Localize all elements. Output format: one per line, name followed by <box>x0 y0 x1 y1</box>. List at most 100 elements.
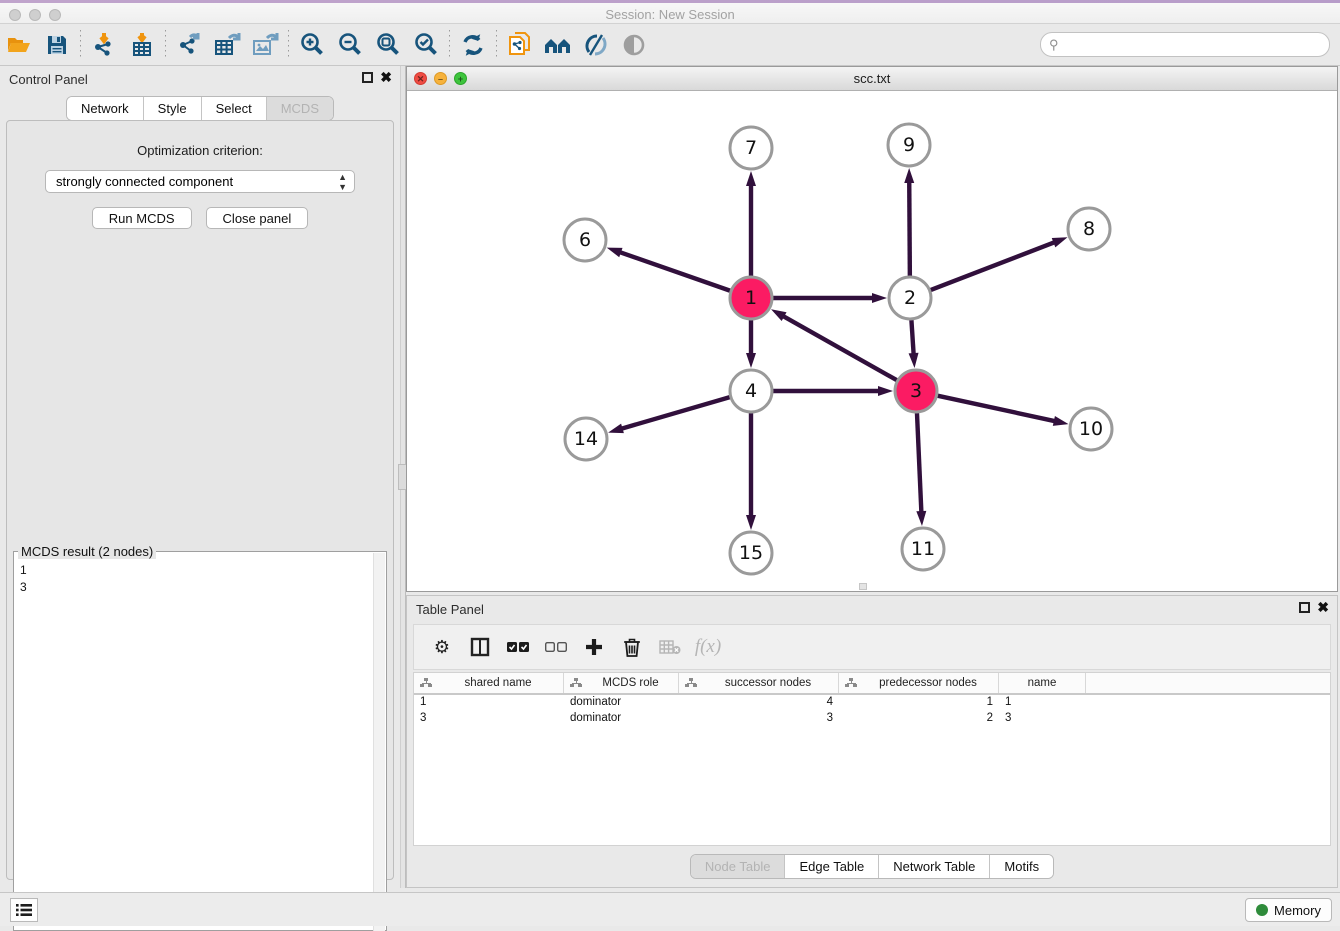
tab-network-table[interactable]: Network Table <box>879 855 990 878</box>
delete-column-icon[interactable] <box>616 632 648 662</box>
column-header-successor-nodes[interactable]: successor nodes <box>679 673 839 693</box>
table-panel-title: Table Panel <box>416 602 484 617</box>
mcds-result-scrollbar[interactable] <box>373 553 385 931</box>
edge-arrowhead <box>916 511 926 526</box>
run-mcds-button[interactable]: Run MCDS <box>92 207 192 229</box>
cell-successor-nodes[interactable]: 4 <box>679 695 839 711</box>
cell-shared-name[interactable]: 3 <box>414 711 564 727</box>
table-row[interactable]: 1dominator411 <box>414 695 1330 711</box>
chevron-up-down-icon: ▲▼ <box>338 172 347 192</box>
memory-status-icon <box>1256 904 1268 916</box>
toolbar-separator <box>80 30 81 60</box>
node-table[interactable]: shared nameMCDS rolesuccessor nodes prede… <box>413 672 1331 846</box>
cell-successor-nodes[interactable]: 3 <box>679 711 839 727</box>
show-graphics-details-icon[interactable] <box>577 28 615 62</box>
edge-1-6[interactable] <box>618 252 730 291</box>
close-panel-button[interactable]: Close panel <box>206 207 309 229</box>
birds-eye-icon[interactable] <box>615 28 653 62</box>
zoom-in-icon[interactable] <box>293 28 331 62</box>
network-view-window: ✕ – + scc.txt 7968124314101511 <box>406 66 1338 592</box>
tab-style[interactable]: Style <box>144 97 202 120</box>
edge-arrowhead <box>878 386 893 396</box>
zoom-out-icon[interactable] <box>331 28 369 62</box>
task-history-button[interactable] <box>10 898 38 922</box>
duplicate-network-icon[interactable] <box>501 28 539 62</box>
unselect-all-columns-icon[interactable] <box>540 632 572 662</box>
show-column-panel-icon[interactable] <box>464 632 496 662</box>
graph-node-label: 2 <box>904 287 916 309</box>
graph-node-label: 11 <box>911 538 935 560</box>
edge-2-3[interactable] <box>911 320 913 356</box>
zoom-selected-icon[interactable] <box>407 28 445 62</box>
network-canvas[interactable]: 7968124314101511 <box>407 91 1337 591</box>
close-table-panel-icon[interactable]: ✖ <box>1317 602 1329 613</box>
edge-3-11[interactable] <box>917 413 921 514</box>
tab-select[interactable]: Select <box>202 97 267 120</box>
control-panel-header: Control Panel ✖ <box>0 66 400 92</box>
tab-node-table[interactable]: Node Table <box>691 855 786 878</box>
graph-node-label: 4 <box>745 380 757 402</box>
edge-arrowhead <box>1052 237 1068 247</box>
graph-node-label: 14 <box>574 428 598 450</box>
first-neighbors-icon[interactable] <box>539 28 577 62</box>
tab-motifs[interactable]: Motifs <box>990 855 1053 878</box>
network-graph[interactable]: 7968124314101511 <box>407 91 1337 591</box>
column-header-shared-name[interactable]: shared name <box>414 673 564 693</box>
memory-button-label: Memory <box>1274 903 1321 918</box>
search-field[interactable]: ⚲ <box>1040 32 1330 57</box>
add-column-icon[interactable] <box>578 632 610 662</box>
edge-2-9[interactable] <box>909 180 910 276</box>
memory-button[interactable]: Memory <box>1245 898 1332 922</box>
optimization-criterion-label: Optimization criterion: <box>7 143 393 158</box>
column-header-predecessor-nodes[interactable]: predecessor nodes <box>839 673 999 693</box>
export-image-icon[interactable] <box>246 28 284 62</box>
tab-network[interactable]: Network <box>67 97 144 120</box>
cell-name[interactable]: 3 <box>999 711 1086 727</box>
table-row[interactable]: 3dominator323 <box>414 711 1330 727</box>
column-header-name[interactable]: name <box>999 673 1086 693</box>
import-table-icon[interactable] <box>123 28 161 62</box>
float-panel-icon[interactable] <box>362 72 373 83</box>
mcds-result-text[interactable]: 1 3 <box>20 562 372 928</box>
cell-MCDS-role[interactable]: dominator <box>564 711 679 727</box>
export-table-icon[interactable] <box>208 28 246 62</box>
cell-MCDS-role[interactable]: dominator <box>564 695 679 711</box>
table-options-gear-icon[interactable]: ⚙ <box>426 632 458 662</box>
column-header-label: predecessor nodes <box>862 677 994 689</box>
graph-node-label: 3 <box>910 380 922 402</box>
select-all-columns-icon[interactable] <box>502 632 534 662</box>
table-body: 1dominator4113dominator323 <box>414 695 1330 727</box>
apply-layout-icon[interactable] <box>454 28 492 62</box>
control-panel: Control Panel ✖ NetworkStyleSelectMCDS O… <box>0 66 400 888</box>
edge-2-8[interactable] <box>931 242 1057 290</box>
cell-predecessor-nodes[interactable]: 1 <box>839 695 999 711</box>
edge-3-1[interactable] <box>781 315 896 380</box>
table-header-row: shared nameMCDS rolesuccessor nodes prede… <box>414 673 1330 695</box>
graph-node-label: 6 <box>579 229 591 251</box>
cell-name[interactable]: 1 <box>999 695 1086 711</box>
zoom-fit-icon[interactable] <box>369 28 407 62</box>
optimization-criterion-dropdown[interactable]: strongly connected component ▲▼ <box>45 170 355 193</box>
save-session-icon[interactable] <box>38 28 76 62</box>
network-resize-handle[interactable] <box>859 583 867 590</box>
edge-4-14[interactable] <box>620 397 730 429</box>
edge-arrowhead <box>904 168 914 183</box>
export-network-icon[interactable] <box>170 28 208 62</box>
tab-mcds[interactable]: MCDS <box>267 97 333 120</box>
float-table-panel-icon[interactable] <box>1299 602 1310 613</box>
close-panel-icon[interactable]: ✖ <box>380 72 392 83</box>
edge-3-10[interactable] <box>937 396 1056 422</box>
tab-edge-table[interactable]: Edge Table <box>785 855 879 878</box>
network-window-titlebar[interactable]: ✕ – + scc.txt <box>407 67 1337 91</box>
cell-shared-name[interactable]: 1 <box>414 695 564 711</box>
column-header-MCDS-role[interactable]: MCDS role <box>564 673 679 693</box>
delete-table-icon <box>654 632 686 662</box>
mcds-result-box: MCDS result (2 nodes) 1 3 <box>13 551 387 931</box>
edge-arrowhead <box>607 248 623 258</box>
cell-predecessor-nodes[interactable]: 2 <box>839 711 999 727</box>
search-input[interactable] <box>1059 38 1329 52</box>
open-file-icon[interactable] <box>0 28 38 62</box>
graph-node-label: 10 <box>1079 418 1103 440</box>
edge-arrowhead <box>746 515 756 530</box>
import-network-icon[interactable] <box>85 28 123 62</box>
